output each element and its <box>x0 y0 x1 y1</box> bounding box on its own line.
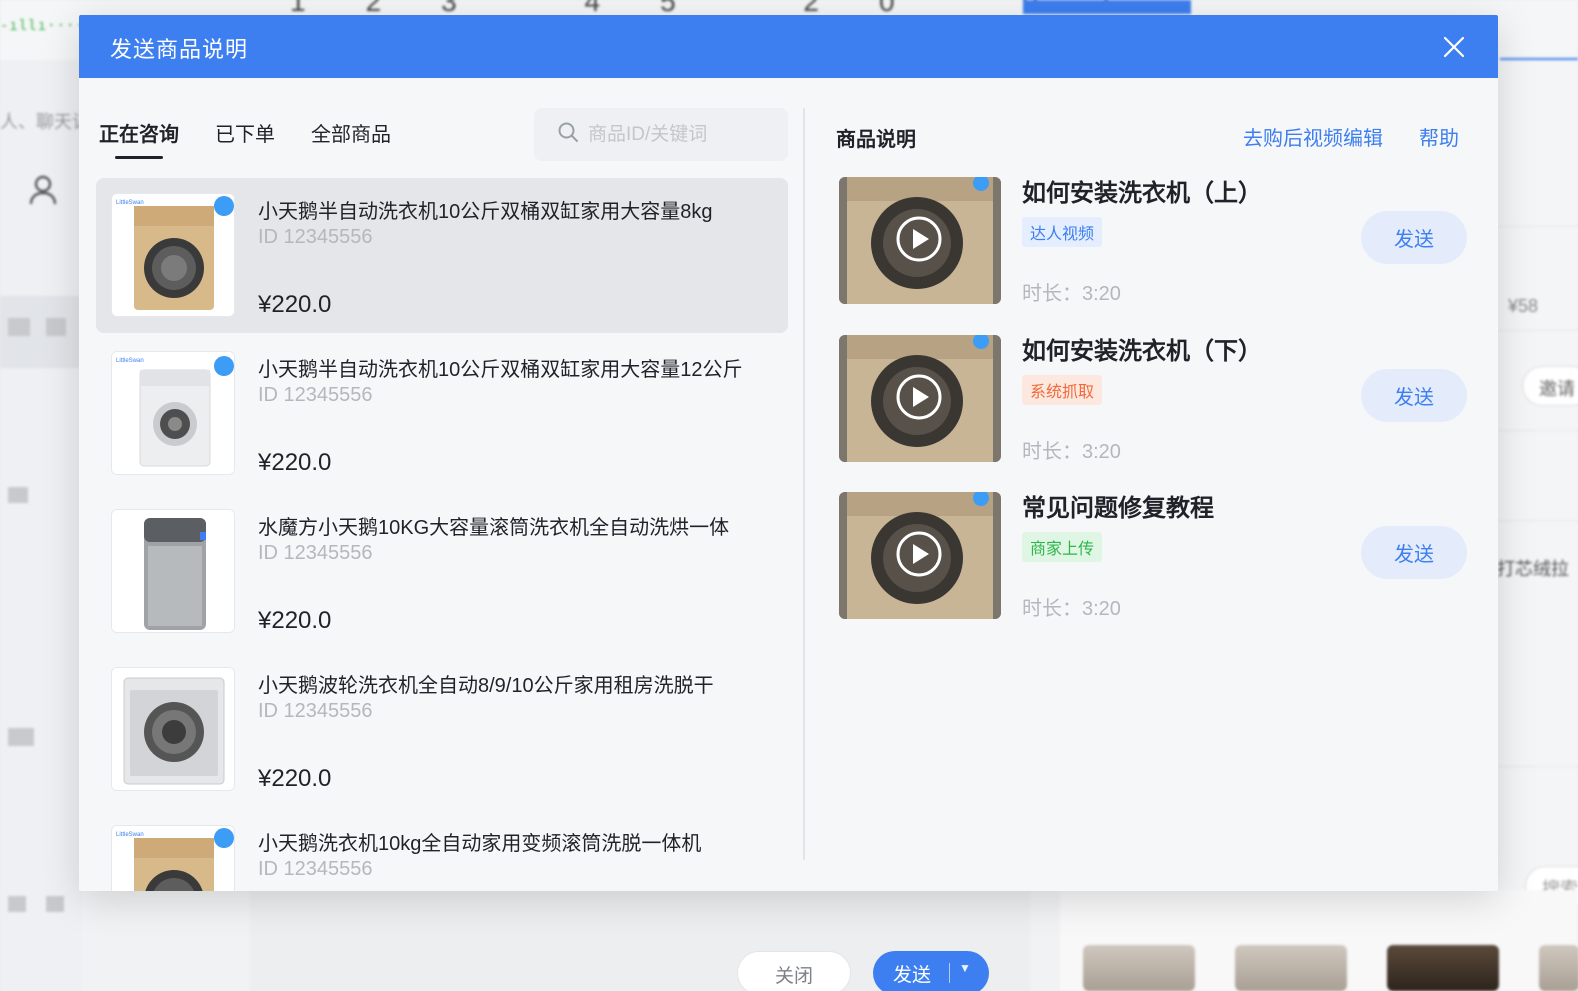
product-price: ¥220.0 <box>258 291 332 318</box>
product-price: ¥220.0 <box>258 449 332 476</box>
background-blur-block <box>8 318 30 336</box>
product-image: LittleSwan <box>111 351 235 475</box>
product-tabs: 正在咨询 已下单 全部商品 <box>99 118 391 159</box>
search-input[interactable] <box>588 123 778 146</box>
product-name: 小天鹅半自动洗衣机10公斤双桶双缸家用大容量12公斤 <box>258 359 743 381</box>
product-image: LittleSwan <box>111 825 235 891</box>
product-price: ¥220.0 <box>258 607 332 634</box>
close-icon[interactable] <box>1440 33 1468 61</box>
product-description-pane: 商品说明 去购后视频编辑 帮助 如何安装洗衣机（上） 达人视频 时长：3:20 <box>805 78 1498 891</box>
help-link[interactable]: 帮助 <box>1419 122 1459 151</box>
modal-header: 发送商品说明 <box>79 15 1498 78</box>
product-id: ID 12345556 <box>258 542 373 564</box>
modal-title: 发送商品说明 <box>110 37 249 62</box>
panel-title: 商品说明 <box>836 129 916 151</box>
video-item: 如何安装洗衣机（下） 系统抓取 时长：3:20 发送 <box>839 335 1467 463</box>
video-title: 如何安装洗衣机（上） <box>1022 180 1262 207</box>
background-blur-block <box>46 318 66 336</box>
product-item[interactable]: 小天鹅波轮洗衣机全自动8/9/10公斤家用租房洗脱干 ID 12345556 ¥… <box>96 652 788 807</box>
chevron-down-icon[interactable]: ▼ <box>959 961 971 975</box>
background-product-text: 打芯绒拉 <box>1497 559 1569 579</box>
video-title: 常见问题修复教程 <box>1022 495 1214 522</box>
product-item[interactable]: LittleSwan 小天鹅洗衣机10kg全自动家用变频滚筒洗脱一体机 ID 1… <box>96 810 788 891</box>
play-icon[interactable] <box>839 492 1001 619</box>
video-source-tag: 达人视频 <box>1022 217 1103 247</box>
send-product-description-modal: 发送商品说明 正在咨询 已下单 全部商品 商品ID/关键词 LittleSwan… <box>79 15 1498 891</box>
tab-all-products[interactable]: 全部商品 <box>311 118 391 159</box>
close-button[interactable]: 关闭 <box>737 951 851 991</box>
video-source-tag: 系统抓取 <box>1022 375 1103 405</box>
product-list-pane: 正在咨询 已下单 全部商品 商品ID/关键词 LittleSwan 小天鹅半自动… <box>79 78 803 891</box>
play-icon[interactable] <box>839 335 1001 462</box>
product-image <box>111 667 235 791</box>
search-icon <box>556 120 580 149</box>
product-name: 水魔方小天鹅10KG大容量滚筒洗衣机全自动洗烘一体 <box>258 517 730 539</box>
background-search-hint: 人、聊天记 <box>0 112 90 132</box>
send-video-button[interactable]: 发送 <box>1361 211 1467 264</box>
background-blur-block <box>8 896 26 912</box>
product-image: LittleSwan <box>111 193 235 317</box>
tab-consulting[interactable]: 正在咨询 <box>99 118 179 159</box>
product-name: 小天鹅半自动洗衣机10公斤双桶双缸家用大容量8kg <box>258 201 713 223</box>
background-blur-block <box>8 487 28 503</box>
send-button-label: 发送 <box>893 965 932 986</box>
product-image <box>111 509 235 633</box>
video-title: 如何安装洗衣机（下） <box>1022 338 1262 365</box>
svg-text:LittleSwan: LittleSwan <box>116 832 144 838</box>
background-right-panel <box>1497 60 1578 991</box>
product-id: ID 12345556 <box>258 226 373 248</box>
product-item[interactable]: LittleSwan 小天鹅半自动洗衣机10公斤双桶双缸家用大容量12公斤 ID… <box>96 336 788 491</box>
product-search <box>534 108 788 161</box>
product-item[interactable]: 水魔方小天鹅10KG大容量滚筒洗衣机全自动洗烘一体 ID 12345556 ¥2… <box>96 494 788 649</box>
video-duration: 时长：3:20 <box>1022 598 1121 620</box>
send-button-separator <box>949 963 950 983</box>
send-video-button[interactable]: 发送 <box>1361 369 1467 422</box>
background-price: ¥58 <box>1508 296 1539 316</box>
play-icon[interactable] <box>839 177 1001 304</box>
video-duration: 时长：3:20 <box>1022 283 1121 305</box>
video-edit-link[interactable]: 去购后视频编辑 <box>1243 122 1383 151</box>
background-product-thumb <box>1539 945 1578 991</box>
video-item: 如何安装洗衣机（上） 达人视频 时长：3:20 发送 <box>839 177 1467 305</box>
video-duration: 时长：3:20 <box>1022 441 1121 463</box>
background-product-thumb <box>1083 945 1195 991</box>
product-price: ¥220.0 <box>258 765 332 792</box>
background-product-thumb <box>1235 945 1347 991</box>
svg-text:LittleSwan: LittleSwan <box>116 358 144 364</box>
product-id: ID 12345556 <box>258 858 373 880</box>
background-blur-block <box>8 728 34 746</box>
background-active-tab <box>1023 0 1191 14</box>
background-invite-button: 邀请 <box>1522 366 1578 406</box>
video-item: 常见问题修复教程 商家上传 时长：3:20 发送 <box>839 492 1467 620</box>
product-item[interactable]: LittleSwan 小天鹅半自动洗衣机10公斤双桶双缸家用大容量8kg ID … <box>96 178 788 333</box>
product-name: 小天鹅波轮洗衣机全自动8/9/10公斤家用租房洗脱干 <box>258 675 714 697</box>
product-id: ID 12345556 <box>258 700 373 722</box>
background-product-thumb <box>1387 945 1499 991</box>
product-list: LittleSwan 小天鹅半自动洗衣机10公斤双桶双缸家用大容量8kg ID … <box>96 178 788 891</box>
video-source-tag: 商家上传 <box>1022 532 1103 562</box>
user-icon <box>28 174 58 213</box>
svg-text:LittleSwan: LittleSwan <box>116 200 144 206</box>
send-button[interactable]: 发送 ▼ <box>873 951 989 991</box>
background-blur-block <box>46 896 64 912</box>
tab-ordered[interactable]: 已下单 <box>215 118 275 159</box>
product-name: 小天鹅洗衣机10kg全自动家用变频滚筒洗脱一体机 <box>258 833 702 855</box>
product-id: ID 12345556 <box>258 384 373 406</box>
send-video-button[interactable]: 发送 <box>1361 526 1467 579</box>
